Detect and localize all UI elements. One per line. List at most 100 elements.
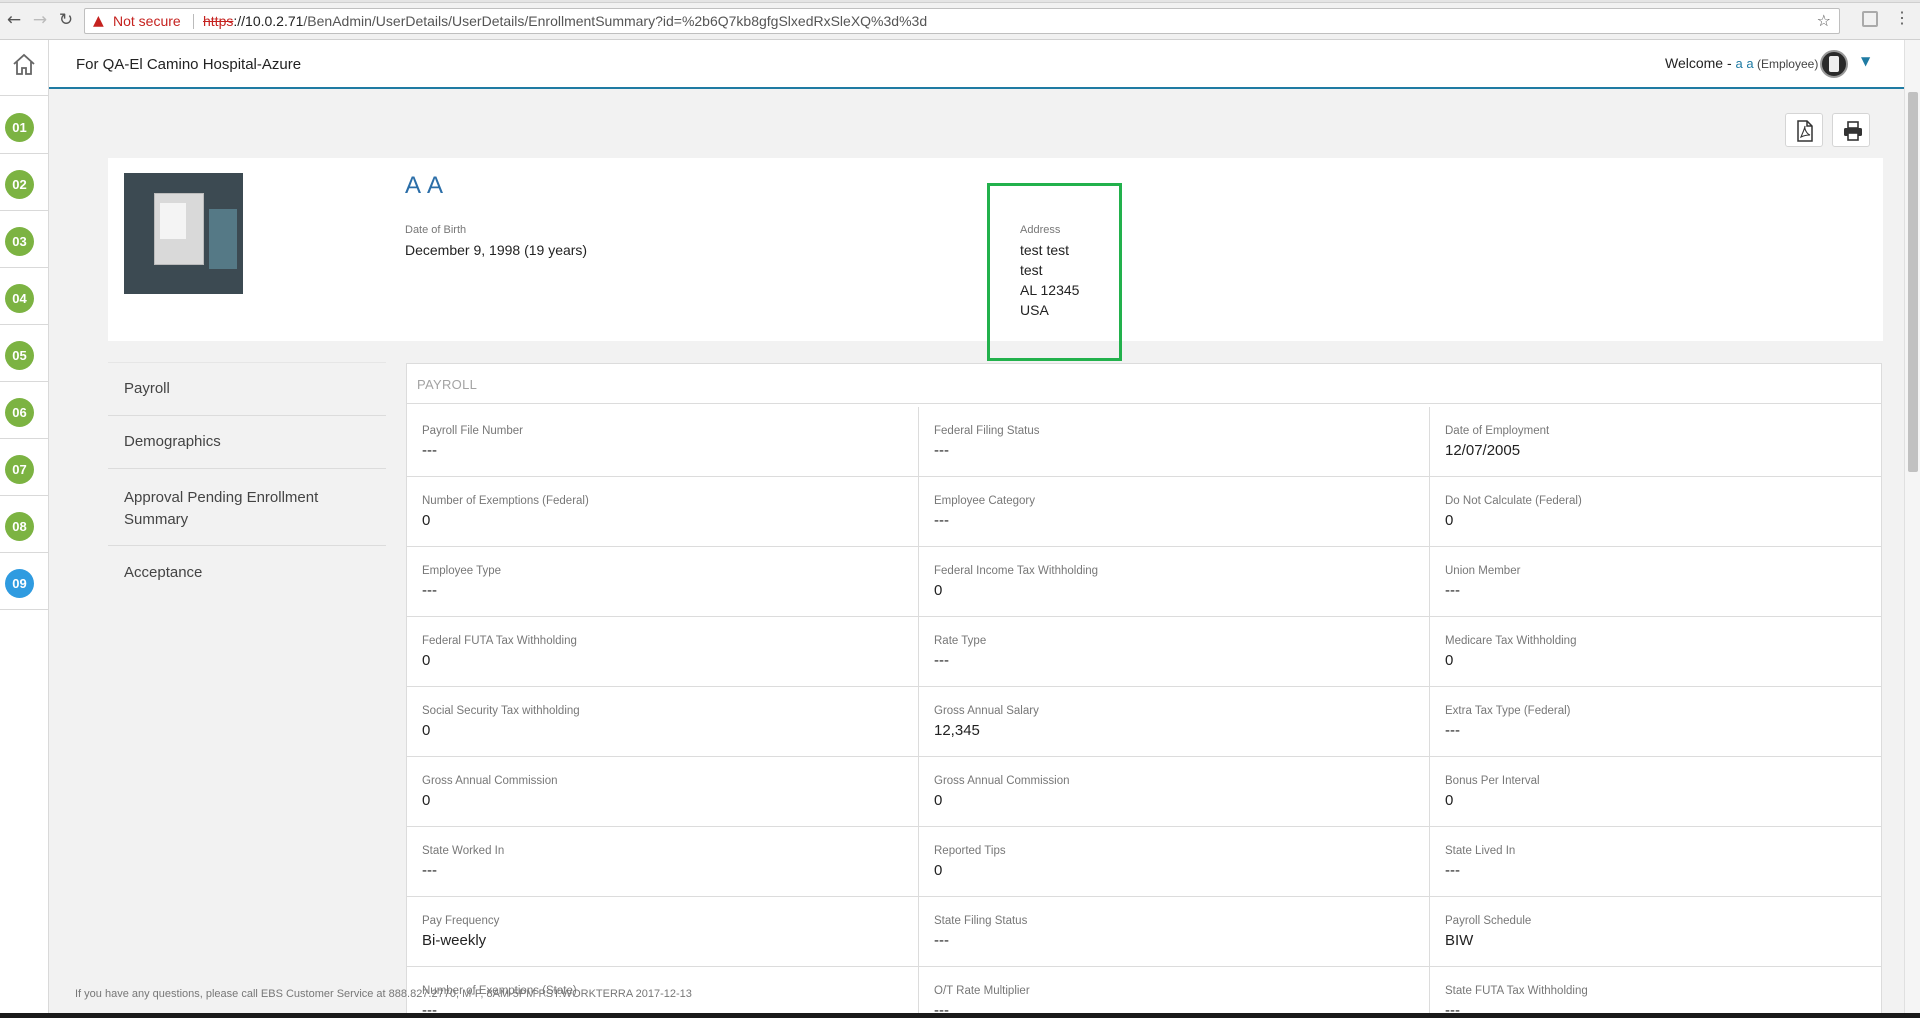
page-scrollbar[interactable] — [1904, 40, 1920, 1018]
browser-toolbar: ← → ↻ ▲ Not secure https://10.0.2.71/Ben… — [0, 0, 1920, 40]
menu-item-approval-pending[interactable]: Approval Pending Enrollment Summary — [108, 468, 386, 545]
forward-icon[interactable]: → — [30, 10, 50, 30]
payroll-field: Employee Type --- — [407, 547, 919, 617]
payroll-row: Number of Exemptions (Federal) 0 Employee … — [407, 477, 1881, 547]
home-button[interactable] — [0, 40, 48, 96]
step-item-02[interactable]: 02 — [0, 154, 48, 211]
employee-name: A A — [405, 172, 445, 199]
address-bar[interactable]: ▲ Not secure https://10.0.2.71/BenAdmin/… — [84, 8, 1840, 34]
payroll-field: Rate Type --- — [919, 617, 1430, 687]
export-pdf-button[interactable] — [1785, 113, 1823, 147]
step-item-06[interactable]: 06 — [0, 382, 48, 439]
avatar[interactable] — [1820, 50, 1848, 78]
step-number: 01 — [5, 113, 34, 142]
field-value: --- — [422, 582, 437, 599]
payroll-field: Payroll Schedule BIW — [1430, 897, 1881, 967]
menu-item-acceptance[interactable]: Acceptance — [108, 545, 386, 598]
field-value: BIW — [1445, 932, 1474, 949]
field-value: 0 — [422, 512, 431, 529]
user-role: (Employee) — [1753, 57, 1819, 71]
step-item-03[interactable]: 03 — [0, 211, 48, 268]
dob-value: December 9, 1998 (19 years) — [405, 242, 588, 258]
photo-detail — [160, 203, 186, 239]
step-item-08[interactable]: 08 — [0, 496, 48, 553]
field-value: 0 — [1445, 792, 1454, 809]
security-status[interactable]: Not secure — [113, 9, 181, 33]
step-item-05[interactable]: 05 — [0, 325, 48, 382]
url-scheme: https — [203, 13, 234, 29]
payroll-field: Gross Annual Salary 12,345 — [919, 687, 1430, 757]
field-label: Payroll Schedule — [1445, 915, 1532, 927]
field-label: Federal Income Tax Withholding — [934, 565, 1099, 577]
payroll-field: Payroll File Number --- — [407, 407, 919, 477]
photo-detail — [209, 209, 237, 269]
field-label: Federal Filing Status — [934, 425, 1040, 437]
payroll-field: Date of Employment 12/07/2005 — [1430, 407, 1881, 477]
payroll-field: Bonus Per Interval 0 — [1430, 757, 1881, 827]
bookmark-star-icon[interactable]: ☆ — [1817, 9, 1831, 33]
field-label: Pay Frequency — [422, 915, 500, 927]
menu-item-label: Demographics — [124, 433, 221, 450]
field-label: Federal FUTA Tax Withholding — [422, 635, 577, 647]
field-value: 0 — [422, 722, 431, 739]
avatar-image — [1829, 56, 1839, 72]
step-item-01[interactable]: 01 — [0, 97, 48, 154]
extension-icon[interactable] — [1862, 11, 1878, 27]
organization-title: For QA-El Camino Hospital-Azure — [76, 56, 302, 73]
step-rail: 01 02 03 04 05 06 07 08 09 — [0, 40, 49, 1018]
payroll-field: Federal Income Tax Withholding 0 — [919, 547, 1430, 617]
payroll-field: Extra Tax Type (Federal) --- — [1430, 687, 1881, 757]
payroll-field: Pay Frequency Bi-weekly — [407, 897, 919, 967]
print-button[interactable] — [1832, 113, 1870, 147]
payroll-row: Social Security Tax withholding 0 Gross An… — [407, 687, 1881, 757]
welcome-prefix: Welcome - — [1665, 55, 1736, 71]
payroll-field: Union Member --- — [1430, 547, 1881, 617]
step-number: 05 — [5, 341, 34, 370]
payroll-field: State Lived In --- — [1430, 827, 1881, 897]
app-header: For QA-El Camino Hospital-Azure Welcome … — [49, 40, 1904, 89]
field-label: Medicare Tax Withholding — [1445, 635, 1577, 647]
field-value: --- — [1445, 582, 1460, 599]
payroll-field: Federal FUTA Tax Withholding 0 — [407, 617, 919, 687]
tab-strip — [0, 0, 1920, 3]
field-label: O/T Rate Multiplier — [934, 985, 1030, 997]
menu-item-demographics[interactable]: Demographics — [108, 415, 386, 468]
field-label: Gross Annual Salary — [934, 705, 1039, 717]
scrollbar-thumb[interactable] — [1908, 92, 1918, 472]
panel-title: PAYROLL — [417, 377, 478, 392]
field-value: --- — [422, 862, 437, 879]
url-text[interactable]: https://10.0.2.71/BenAdmin/UserDetails/U… — [203, 9, 927, 33]
step-item-04[interactable]: 04 — [0, 268, 48, 325]
footer-help-text: If you have any questions, please call E… — [75, 988, 692, 1000]
field-value: --- — [1445, 862, 1460, 879]
back-icon[interactable]: ← — [4, 10, 24, 30]
field-value: 0 — [1445, 512, 1454, 529]
field-value: 0 — [422, 792, 431, 809]
payroll-field: Medicare Tax Withholding 0 — [1430, 617, 1881, 687]
step-item-07[interactable]: 07 — [0, 439, 48, 496]
payroll-field: Gross Annual Commission 0 — [919, 757, 1430, 827]
field-label: Number of Exemptions (Federal) — [422, 495, 589, 507]
step-number: 09 — [5, 569, 34, 598]
menu-item-payroll[interactable]: Payroll — [108, 362, 386, 415]
printer-icon — [1844, 121, 1862, 141]
field-label: Reported Tips — [934, 845, 1006, 857]
pdf-icon — [1797, 120, 1813, 142]
step-number: 02 — [5, 170, 34, 199]
field-value: --- — [422, 442, 437, 459]
reload-icon[interactable]: ↻ — [56, 10, 76, 30]
panel-header: PAYROLL — [407, 364, 1881, 404]
payroll-field: Do Not Calculate (Federal) 0 — [1430, 477, 1881, 547]
menu-item-label: Acceptance — [124, 564, 203, 581]
menu-item-label: Payroll — [124, 380, 170, 397]
chevron-down-icon[interactable]: ▼ — [1861, 54, 1870, 68]
field-value: 0 — [1445, 652, 1454, 669]
url-host: ://10.0.2.71 — [233, 13, 304, 29]
step-item-09[interactable]: 09 — [0, 553, 48, 610]
payroll-field: Gross Annual Commission 0 — [407, 757, 919, 827]
user-name: a a — [1735, 56, 1754, 71]
field-label: Date of Employment — [1445, 425, 1550, 437]
profile-card: A A Date of Birth December 9, 1998 (19 y… — [108, 158, 1883, 361]
browser-menu-icon[interactable]: ⋮ — [1894, 9, 1910, 29]
section-menu: Payroll Demographics Approval Pending En… — [108, 362, 386, 598]
